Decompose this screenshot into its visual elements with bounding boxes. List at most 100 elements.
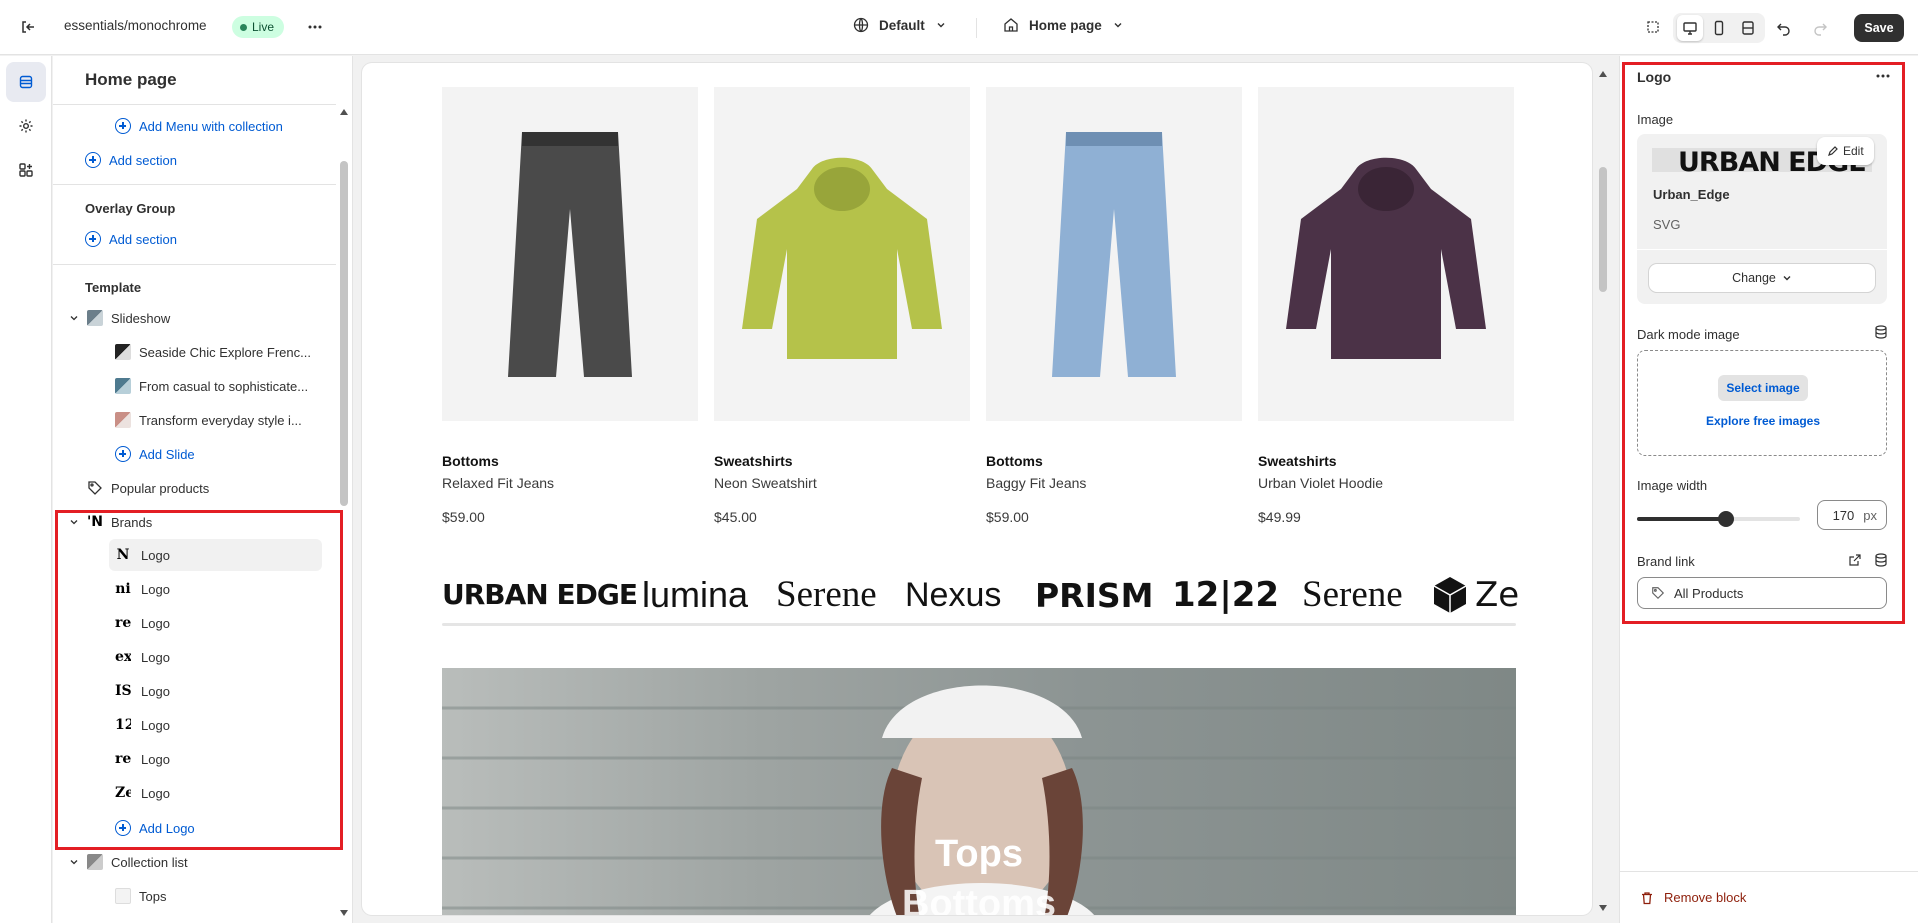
sidebar-item-slide[interactable]: Seaside Chic Explore Frenc...	[115, 344, 311, 360]
add-menu-with-collection-button[interactable]: Add Menu with collection	[115, 118, 283, 134]
store-name: essentials/monochrome	[64, 18, 207, 33]
sidebar-item-slideshow[interactable]: Slideshow	[69, 310, 170, 326]
product-card[interactable]: Sweatshirts Urban Violet Hoodie $49.99	[1258, 87, 1514, 525]
sidebar-item-tops[interactable]: Tops	[115, 888, 166, 904]
chevron-down-icon	[937, 23, 945, 28]
template-heading: Template	[85, 280, 142, 295]
left-rail	[0, 56, 52, 923]
slide-thumbnail-icon	[115, 344, 131, 360]
hero-title: Bottoms	[901, 883, 1057, 915]
scroll-up-icon[interactable]	[339, 108, 349, 116]
desktop-view-icon[interactable]	[1677, 15, 1703, 41]
product-price: $49.99	[1258, 509, 1301, 525]
product-name: Neon Sweatshirt	[714, 475, 817, 491]
product-name: Baggy Fit Jeans	[986, 475, 1087, 491]
sidebar-item-label: Slideshow	[111, 310, 171, 326]
hoodie-icon	[1286, 157, 1486, 359]
settings-gear-icon[interactable]	[6, 106, 46, 146]
sidebar-item-label: Collection list	[111, 854, 188, 870]
brand-logo: URBAN EDGE	[442, 578, 638, 611]
sidebar-item-slide[interactable]: Transform everyday style i...	[115, 412, 302, 428]
live-badge-label: Live	[252, 20, 275, 34]
remove-block-label: Remove block	[1664, 890, 1747, 905]
divider	[53, 264, 336, 265]
brand-logo-label: Ze	[1475, 575, 1520, 615]
overlay-group-heading: Overlay Group	[85, 201, 176, 216]
chevron-down-icon	[70, 316, 78, 321]
top-bar: essentials/monochrome Live Default Home …	[0, 0, 1918, 55]
add-circle-icon	[85, 231, 101, 247]
brand-logo: Nexus	[905, 576, 1002, 614]
slide-thumbnail-icon	[115, 412, 131, 428]
hero-title: Tops	[935, 833, 1023, 875]
product-category: Sweatshirts	[714, 453, 793, 469]
page-select[interactable]: Home page	[1003, 17, 1124, 33]
sidebar-scrollbar-thumb[interactable]	[340, 161, 348, 506]
product-category: Sweatshirts	[1258, 453, 1337, 469]
sidebar-item-label: Transform everyday style i...	[139, 412, 302, 428]
product-image	[442, 87, 698, 421]
scroll-down-icon[interactable]	[339, 909, 349, 917]
product-card[interactable]: Bottoms Relaxed Fit Jeans $59.00	[442, 87, 698, 525]
globe-icon	[853, 17, 869, 33]
product-card[interactable]: Sweatshirts Neon Sweatshirt $45.00	[714, 87, 970, 525]
product-price: $45.00	[714, 509, 757, 525]
cube-logo-icon	[1433, 577, 1467, 613]
brand-logo: Serene	[1302, 574, 1403, 615]
inspector-icon[interactable]	[1640, 14, 1668, 42]
chevron-down-icon	[1114, 23, 1122, 28]
sidebar-item-label: Seaside Chic Explore Frenc...	[139, 344, 311, 360]
marquee-scrollbar	[442, 623, 1516, 626]
sidebar-item-label: From casual to sophisticate...	[139, 378, 309, 394]
product-card[interactable]: Bottoms Baggy Fit Jeans $59.00	[986, 87, 1242, 525]
sidebar-title: Home page	[85, 70, 177, 89]
store-preview: Bottoms Relaxed Fit Jeans $59.00 Sweatsh…	[362, 63, 1592, 915]
add-section-button[interactable]: Add section	[85, 152, 177, 168]
preview-scrollbar-thumb[interactable]	[1599, 167, 1607, 292]
hoodie-icon	[742, 157, 942, 359]
tag-icon	[88, 481, 102, 495]
stairs-background	[442, 685, 1516, 915]
pants-icon	[508, 132, 632, 377]
sidebar-item-collection-list[interactable]: Collection list	[69, 854, 188, 870]
page-select-label: Home page	[1029, 17, 1102, 33]
product-image	[986, 87, 1242, 421]
remove-block-button[interactable]: Remove block	[1620, 871, 1918, 923]
trash-icon	[1642, 891, 1652, 904]
sections-icon[interactable]	[6, 62, 46, 102]
brand-logo: Serene	[776, 574, 877, 615]
redo-icon[interactable]	[1806, 14, 1834, 42]
product-category: Bottoms	[442, 453, 499, 469]
theme-select[interactable]: Default	[853, 17, 947, 33]
product-price: $59.00	[986, 509, 1029, 525]
fullscreen-view-icon[interactable]	[1735, 15, 1761, 41]
apps-icon[interactable]	[6, 150, 46, 190]
add-slide-button[interactable]: Add Slide	[115, 446, 195, 462]
add-slide-label: Add Slide	[139, 446, 195, 462]
add-section-button[interactable]: Add section	[85, 231, 177, 247]
product-category: Bottoms	[986, 453, 1043, 469]
pants-icon	[1052, 132, 1176, 377]
product-name: Relaxed Fit Jeans	[442, 475, 555, 491]
add-circle-icon	[115, 446, 131, 462]
scroll-up-icon[interactable]	[1598, 70, 1608, 78]
live-badge: Live	[232, 16, 285, 38]
product-image	[714, 87, 970, 421]
exit-icon[interactable]	[14, 13, 42, 41]
scroll-down-icon[interactable]	[1598, 904, 1608, 912]
mobile-view-icon[interactable]	[1706, 15, 1732, 41]
collection-list-icon	[87, 854, 103, 870]
add-section-label: Add section	[109, 231, 177, 247]
sidebar-item-popular-products[interactable]: Popular products	[87, 480, 209, 496]
brand-logo: Ze	[1433, 575, 1519, 615]
slide-thumbnail-icon	[115, 378, 131, 394]
undo-icon[interactable]	[1770, 14, 1798, 42]
brands-highlight-box	[55, 510, 343, 850]
more-options-icon[interactable]	[301, 13, 329, 41]
theme-select-label: Default	[879, 17, 925, 33]
save-button[interactable]: Save	[1854, 14, 1904, 42]
chevron-down-icon	[70, 860, 78, 865]
sidebar-item-slide[interactable]: From casual to sophisticate...	[115, 378, 308, 394]
live-dot-icon	[240, 23, 247, 31]
divider	[53, 104, 336, 105]
